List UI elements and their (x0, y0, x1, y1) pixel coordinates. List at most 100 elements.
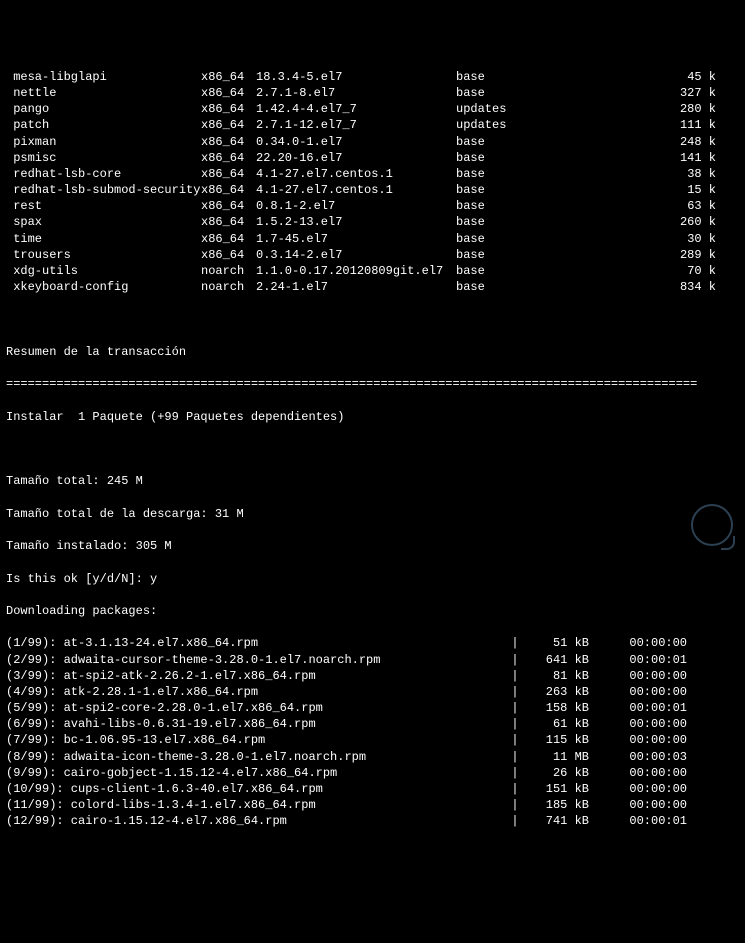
package-row: timex86_641.7-45.el7base30 k (6, 231, 739, 247)
blank-line (6, 312, 739, 328)
dl-file: (4/99): atk-2.28.1-1.el7.x86_64.rpm (6, 684, 506, 700)
pkg-size: 280 k (656, 101, 716, 117)
dl-separator: | (506, 765, 524, 781)
package-row: pixmanx86_640.34.0-1.el7base248 k (6, 134, 739, 150)
dl-size: 115 kB (524, 732, 589, 748)
pkg-arch: x86_64 (201, 214, 256, 230)
dl-size: 51 kB (524, 635, 589, 651)
dl-separator (589, 668, 607, 684)
download-row: (6/99): avahi-libs-0.6.31-19.el7.x86_64.… (6, 716, 739, 732)
download-row: (10/99): cups-client-1.6.3-40.el7.x86_64… (6, 781, 739, 797)
package-row: pangox86_641.42.4-4.el7_7updates280 k (6, 101, 739, 117)
dl-file: (10/99): cups-client-1.6.3-40.el7.x86_64… (6, 781, 506, 797)
dl-file: (1/99): at-3.1.13-24.el7.x86_64.rpm (6, 635, 506, 651)
dl-time: 00:00:00 (607, 797, 687, 813)
dl-size: 11 MB (524, 749, 589, 765)
pkg-arch: x86_64 (201, 117, 256, 133)
dl-separator: | (506, 781, 524, 797)
dl-separator (589, 716, 607, 732)
dl-separator (589, 781, 607, 797)
installed-size: Tamaño instalado: 305 M (6, 538, 739, 554)
dl-separator (589, 765, 607, 781)
download-row: (5/99): at-spi2-core-2.28.0-1.el7.x86_64… (6, 700, 739, 716)
pkg-name: pixman (6, 134, 201, 150)
dl-separator (589, 652, 607, 668)
pkg-version: 1.42.4-4.el7_7 (256, 101, 456, 117)
pkg-name: spax (6, 214, 201, 230)
dl-size: 26 kB (524, 765, 589, 781)
dl-separator: | (506, 668, 524, 684)
prompt-answer: y (150, 572, 157, 586)
dl-separator: | (506, 700, 524, 716)
pkg-repo: base (456, 166, 656, 182)
pkg-repo: base (456, 134, 656, 150)
pkg-name: psmisc (6, 150, 201, 166)
dl-time: 00:00:00 (607, 716, 687, 732)
dl-size: 81 kB (524, 668, 589, 684)
dl-time: 00:00:00 (607, 781, 687, 797)
package-row: restx86_640.8.1-2.el7base63 k (6, 198, 739, 214)
pkg-version: 1.7-45.el7 (256, 231, 456, 247)
pkg-version: 2.7.1-12.el7_7 (256, 117, 456, 133)
pkg-version: 22.20-16.el7 (256, 150, 456, 166)
pkg-size: 834 k (656, 279, 716, 295)
pkg-arch: noarch (201, 263, 256, 279)
dl-separator: | (506, 635, 524, 651)
dl-separator: | (506, 716, 524, 732)
package-row: redhat-lsb-submod-securityx86_644.1-27.e… (6, 182, 739, 198)
download-row: (8/99): adwaita-icon-theme-3.28.0-1.el7.… (6, 749, 739, 765)
package-row: xdg-utilsnoarch1.1.0-0.17.20120809git.el… (6, 263, 739, 279)
dl-separator: | (506, 684, 524, 700)
pkg-size: 111 k (656, 117, 716, 133)
total-download: Tamaño total de la descarga: 31 M (6, 506, 739, 522)
downloading-header: Downloading packages: (6, 603, 739, 619)
package-row: xkeyboard-confignoarch2.24-1.el7base834 … (6, 279, 739, 295)
pkg-size: 327 k (656, 85, 716, 101)
dl-time: 00:00:01 (607, 700, 687, 716)
install-line: Instalar 1 Paquete (+99 Paquetes dependi… (6, 409, 739, 425)
pkg-size: 38 k (656, 166, 716, 182)
download-row: (9/99): cairo-gobject-1.15.12-4.el7.x86_… (6, 765, 739, 781)
dl-file: (5/99): at-spi2-core-2.28.0-1.el7.x86_64… (6, 700, 506, 716)
package-row: nettlex86_642.7.1-8.el7base327 k (6, 85, 739, 101)
pkg-arch: x86_64 (201, 231, 256, 247)
pkg-size: 289 k (656, 247, 716, 263)
pkg-repo: base (456, 69, 656, 85)
confirm-prompt[interactable]: Is this ok [y/d/N]: y (6, 571, 739, 587)
dl-separator: | (506, 732, 524, 748)
dl-time: 00:00:00 (607, 732, 687, 748)
pkg-repo: base (456, 263, 656, 279)
pkg-arch: noarch (201, 279, 256, 295)
download-row: (3/99): at-spi2-atk-2.26.2-1.el7.x86_64.… (6, 668, 739, 684)
pkg-size: 15 k (656, 182, 716, 198)
download-row: (12/99): cairo-1.15.12-4.el7.x86_64.rpm|… (6, 813, 739, 829)
pkg-size: 70 k (656, 263, 716, 279)
pkg-repo: base (456, 279, 656, 295)
pkg-repo: updates (456, 117, 656, 133)
pkg-size: 45 k (656, 69, 716, 85)
dl-separator (589, 732, 607, 748)
pkg-version: 2.24-1.el7 (256, 279, 456, 295)
pkg-name: rest (6, 198, 201, 214)
pkg-name: pango (6, 101, 201, 117)
pkg-size: 141 k (656, 150, 716, 166)
dl-time: 00:00:00 (607, 635, 687, 651)
pkg-arch: x86_64 (201, 198, 256, 214)
pkg-version: 4.1-27.el7.centos.1 (256, 166, 456, 182)
pkg-size: 63 k (656, 198, 716, 214)
pkg-arch: x86_64 (201, 69, 256, 85)
pkg-version: 0.8.1-2.el7 (256, 198, 456, 214)
pkg-size: 30 k (656, 231, 716, 247)
download-row: (1/99): at-3.1.13-24.el7.x86_64.rpm|51 k… (6, 635, 739, 651)
pkg-name: time (6, 231, 201, 247)
dl-separator (589, 797, 607, 813)
pkg-name: patch (6, 117, 201, 133)
dl-size: 263 kB (524, 684, 589, 700)
download-row: (2/99): adwaita-cursor-theme-3.28.0-1.el… (6, 652, 739, 668)
dl-file: (3/99): at-spi2-atk-2.26.2-1.el7.x86_64.… (6, 668, 506, 684)
pkg-repo: base (456, 85, 656, 101)
pkg-repo: base (456, 231, 656, 247)
package-row: psmiscx86_6422.20-16.el7base141 k (6, 150, 739, 166)
pkg-name: redhat-lsb-submod-security (6, 182, 201, 198)
download-row: (7/99): bc-1.06.95-13.el7.x86_64.rpm|115… (6, 732, 739, 748)
